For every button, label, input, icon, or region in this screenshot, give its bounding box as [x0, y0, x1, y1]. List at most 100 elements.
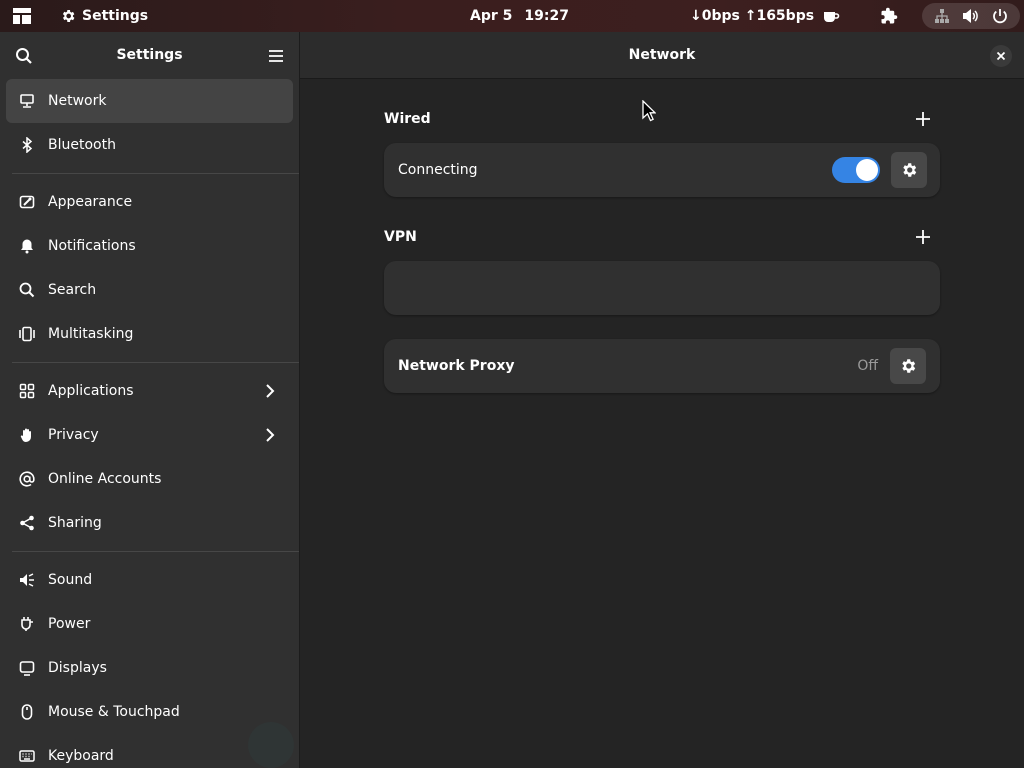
sidebar-item-label: Privacy [48, 427, 99, 443]
network-proxy-status: Off [857, 358, 878, 374]
power-icon [993, 9, 1007, 24]
puzzle-extension-icon [881, 7, 898, 24]
sidebar-item-label: Keyboard [48, 748, 114, 764]
caffeine-button[interactable] [820, 0, 842, 32]
sidebar-item-appearance[interactable]: Appearance [6, 180, 293, 224]
bell-icon [18, 237, 36, 255]
vpn-section-header: VPN [384, 226, 940, 250]
mouse-icon [18, 703, 36, 721]
network-proxy-settings-button[interactable] [890, 348, 926, 384]
apps-grid-icon [18, 382, 36, 400]
sidebar-item-network[interactable]: Network [6, 79, 293, 123]
chevron-right-icon [263, 384, 277, 398]
sidebar-item-sound[interactable]: Sound [6, 558, 293, 602]
display-icon [18, 659, 36, 677]
sidebar-separator [12, 173, 299, 174]
sidebar-item-label: Mouse & Touchpad [48, 704, 180, 720]
clock[interactable]: Apr 5 19:27 [470, 0, 569, 32]
sidebar-item-privacy[interactable]: Privacy [6, 413, 293, 457]
app-name: Settings [82, 8, 149, 24]
network-wired-icon [935, 9, 949, 23]
sidebar-item-label: Power [48, 616, 91, 632]
hamburger-menu-icon [269, 50, 283, 62]
wired-connection-row: Connecting [384, 143, 940, 197]
close-icon [996, 51, 1006, 61]
panel-header: Network [300, 32, 1024, 79]
volume-icon [963, 9, 978, 23]
toggle-knob [856, 159, 878, 181]
sidebar-item-label: Network [48, 93, 107, 109]
clock-time: 19:27 [524, 8, 569, 24]
at-icon [18, 470, 36, 488]
keyboard-icon [18, 747, 36, 765]
network-panel: Network Wired Connecting VPN Network Pro… [300, 32, 1024, 768]
activities-button[interactable] [8, 0, 36, 32]
sidebar-separator [12, 551, 299, 552]
wired-toggle-switch[interactable] [832, 157, 880, 183]
top-bar: Settings Apr 5 19:27 ↓0bps ↑165bps [0, 0, 1024, 32]
vpn-empty-list [384, 261, 940, 315]
add-vpn-button[interactable] [914, 228, 932, 246]
sidebar-item-label: Sharing [48, 515, 102, 531]
sidebar-item-label: Online Accounts [48, 471, 162, 487]
network-proxy-row[interactable]: Network Proxy Off [384, 339, 940, 393]
sidebar-item-label: Multitasking [48, 326, 134, 342]
multitasking-icon [18, 325, 36, 343]
network-icon [18, 92, 36, 110]
mouse-pointer-icon [642, 100, 656, 122]
extensions-button[interactable] [878, 0, 900, 32]
sidebar-item-search[interactable]: Search [6, 268, 293, 312]
net-speed-indicator[interactable]: ↓0bps ↑165bps [690, 0, 814, 32]
network-proxy-label: Network Proxy [398, 358, 515, 374]
plus-icon [916, 230, 930, 244]
gear-icon [902, 359, 916, 373]
search-icon [16, 48, 32, 64]
bluetooth-icon [18, 136, 36, 154]
sidebar-item-multitasking[interactable]: Multitasking [6, 312, 293, 356]
sidebar-search-button[interactable] [10, 42, 38, 70]
sidebar-item-sharing[interactable]: Sharing [6, 501, 293, 545]
system-status-menu[interactable] [922, 3, 1020, 29]
hand-icon [18, 426, 36, 444]
sidebar-item-label: Search [48, 282, 97, 298]
wired-connection-label: Connecting [398, 162, 478, 178]
sidebar-item-label: Sound [48, 572, 93, 588]
wired-section-header: Wired [384, 108, 940, 132]
sidebar-item-label: Appearance [48, 194, 133, 210]
scroll-indicator [248, 722, 294, 768]
vpn-heading: VPN [384, 229, 417, 245]
power-plug-icon [18, 615, 36, 633]
close-window-button[interactable] [990, 45, 1012, 67]
sidebar-item-power[interactable]: Power [6, 602, 293, 646]
add-wired-button[interactable] [914, 110, 932, 128]
gear-icon [62, 10, 75, 22]
sidebar: Settings Network Bluetooth Appearance No… [0, 32, 299, 768]
sidebar-item-applications[interactable]: Applications [6, 369, 293, 413]
clock-date: Apr 5 [470, 8, 513, 24]
sidebar-item-label: Displays [48, 660, 107, 676]
wired-heading: Wired [384, 111, 431, 127]
main-menu-button[interactable] [262, 42, 290, 70]
speaker-icon [18, 571, 36, 589]
sidebar-item-notifications[interactable]: Notifications [6, 224, 293, 268]
sidebar-item-label: Notifications [48, 238, 136, 254]
net-speed-text: ↓0bps ↑165bps [690, 8, 815, 24]
sidebar-header: Settings [0, 32, 299, 79]
sidebar-item-displays[interactable]: Displays [6, 646, 293, 690]
sidebar-item-label: Applications [48, 383, 134, 399]
sidebar-item-label: Bluetooth [48, 137, 116, 153]
sidebar-item-bluetooth[interactable]: Bluetooth [6, 123, 293, 167]
app-menu[interactable]: Settings [60, 0, 148, 32]
sidebar-item-mouse-touchpad[interactable]: Mouse & Touchpad [6, 690, 293, 734]
sidebar-separator [12, 362, 299, 363]
appearance-icon [18, 193, 36, 211]
sidebar-title: Settings [116, 47, 183, 63]
gear-icon [903, 163, 917, 177]
search-icon [18, 281, 36, 299]
sidebar-item-online-accounts[interactable]: Online Accounts [6, 457, 293, 501]
wired-settings-button[interactable] [891, 152, 927, 188]
plus-icon [916, 112, 930, 126]
share-icon [18, 514, 36, 532]
sidebar-list: Network Bluetooth Appearance Notificatio… [0, 79, 299, 768]
page-title: Network [628, 47, 696, 63]
